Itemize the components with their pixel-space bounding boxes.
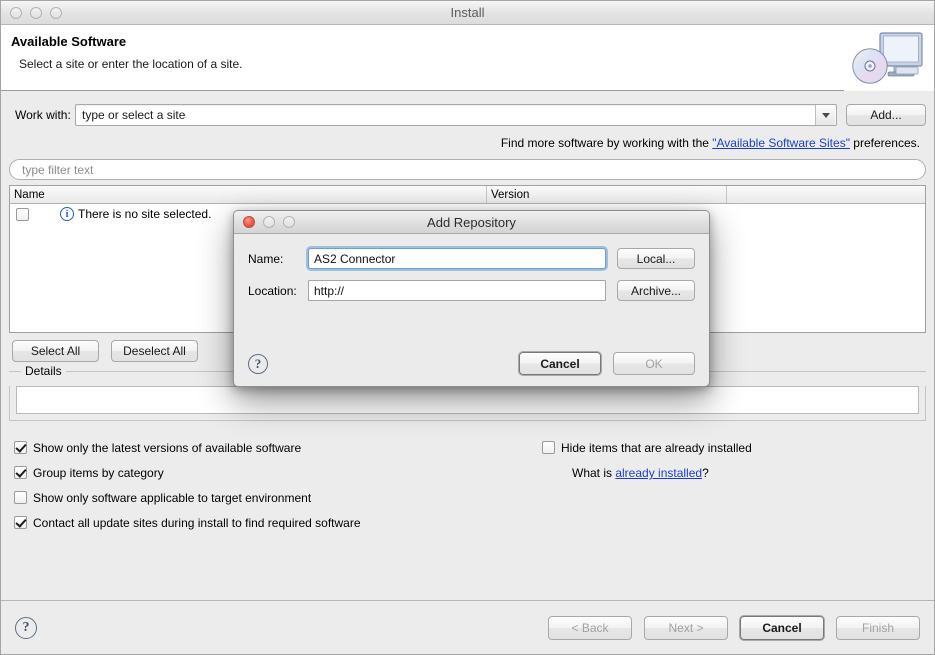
question-mark-icon[interactable]: ? xyxy=(15,616,37,639)
page-title: Available Software xyxy=(11,34,127,49)
option-label: Show only the latest versions of availab… xyxy=(33,440,302,455)
location-label: Location: xyxy=(248,283,297,298)
option-hide-installed[interactable]: Hide items that are already installed xyxy=(542,435,926,460)
name-label: Name: xyxy=(248,251,284,266)
modal-question-mark-icon[interactable]: ? xyxy=(248,353,268,374)
name-input[interactable]: AS2 Connector xyxy=(308,248,606,269)
column-header-version[interactable]: Version xyxy=(487,186,727,203)
option-contact-update-sites[interactable]: Contact all update sites during install … xyxy=(14,510,479,535)
checkbox-latest-versions[interactable] xyxy=(14,441,27,454)
zoom-icon[interactable] xyxy=(50,6,62,19)
checkbox-contact-update-sites[interactable] xyxy=(14,516,27,529)
close-icon[interactable] xyxy=(10,6,22,19)
work-with-combo[interactable]: type or select a site xyxy=(75,104,837,126)
minimize-icon[interactable] xyxy=(30,6,42,19)
find-more-suffix: preferences. xyxy=(849,136,920,150)
find-more-software-text: Find more software by working with the "… xyxy=(9,126,926,150)
checkbox-group-by-category[interactable] xyxy=(14,466,27,479)
modal-title: Add Repository xyxy=(427,214,516,230)
what-is-suffix: ? xyxy=(702,466,709,480)
cancel-button[interactable]: Cancel xyxy=(740,615,824,640)
option-latest-versions[interactable]: Show only the latest versions of availab… xyxy=(14,435,479,460)
option-label: Show only software applicable to target … xyxy=(33,490,312,505)
location-input[interactable]: http:// xyxy=(308,280,606,301)
find-more-prefix: Find more software by working with the xyxy=(500,136,713,150)
modal-footer: ? Cancel OK xyxy=(248,352,695,375)
available-software-sites-link[interactable]: "Available Software Sites" xyxy=(712,136,850,150)
details-content xyxy=(16,386,919,414)
work-with-label: Work with: xyxy=(15,108,71,122)
already-installed-link[interactable]: already installed xyxy=(615,466,702,480)
archive-button[interactable]: Archive... xyxy=(617,280,695,301)
modal-ok-button[interactable]: OK xyxy=(613,352,695,375)
column-header-extra[interactable] xyxy=(727,186,925,203)
filter-placeholder: type filter text xyxy=(22,162,94,177)
row-checkbox[interactable] xyxy=(16,207,29,221)
row-label: There is no site selected. xyxy=(78,207,212,221)
modal-titlebar: Add Repository xyxy=(234,211,709,234)
checkbox-applicable-target[interactable] xyxy=(14,491,27,504)
chevron-down-icon[interactable] xyxy=(815,105,835,125)
add-repository-button[interactable]: Add... xyxy=(846,104,926,126)
next-button[interactable]: Next > xyxy=(644,615,728,640)
filter-input[interactable]: type filter text xyxy=(9,159,926,180)
monitor-with-disc-icon xyxy=(844,25,934,91)
work-with-row: Work with: type or select a site Add... xyxy=(9,91,926,126)
options-column-right: Hide items that are already installed Wh… xyxy=(479,435,926,535)
local-button[interactable]: Local... xyxy=(617,248,695,269)
what-is-already-installed: What is already installed? xyxy=(542,460,926,480)
checkbox-hide-installed[interactable] xyxy=(542,441,555,454)
info-icon: i xyxy=(60,207,74,221)
option-label: Contact all update sites during install … xyxy=(33,515,361,530)
back-button[interactable]: < Back xyxy=(548,615,632,640)
page-subtitle: Select a site or enter the location of a… xyxy=(19,57,243,71)
column-header-name[interactable]: Name xyxy=(10,186,487,203)
option-label: Hide items that are already installed xyxy=(561,440,752,455)
deselect-all-button[interactable]: Deselect All xyxy=(111,340,198,362)
work-with-input[interactable]: type or select a site xyxy=(76,108,815,122)
traffic-light-group xyxy=(10,6,62,19)
wizard-footer: ? < Back Next > Cancel Finish xyxy=(1,600,934,654)
modal-body: Name: AS2 Connector Local... Location: h… xyxy=(234,234,709,386)
table-header-row: Name Version xyxy=(10,186,925,204)
window-title: Install xyxy=(450,5,485,20)
options-area: Show only the latest versions of availab… xyxy=(9,435,926,535)
details-label: Details xyxy=(21,364,66,378)
wizard-header: Available Software Select a site or ente… xyxy=(1,25,934,91)
finish-button[interactable]: Finish xyxy=(836,615,920,640)
options-column-left: Show only the latest versions of availab… xyxy=(9,435,479,535)
location-field-row: Location: http:// Archive... xyxy=(248,280,695,301)
option-group-by-category[interactable]: Group items by category xyxy=(14,460,479,485)
what-is-prefix: What is xyxy=(572,466,616,480)
modal-cancel-button[interactable]: Cancel xyxy=(519,352,601,375)
select-all-button[interactable]: Select All xyxy=(12,340,99,362)
name-field-row: Name: AS2 Connector Local... xyxy=(248,248,695,269)
option-applicable-target[interactable]: Show only software applicable to target … xyxy=(14,485,479,510)
add-repository-dialog: Add Repository Name: AS2 Connector Local… xyxy=(233,210,710,387)
window-titlebar: Install xyxy=(1,1,934,25)
details-shell xyxy=(9,386,926,421)
option-label: Group items by category xyxy=(33,465,164,480)
